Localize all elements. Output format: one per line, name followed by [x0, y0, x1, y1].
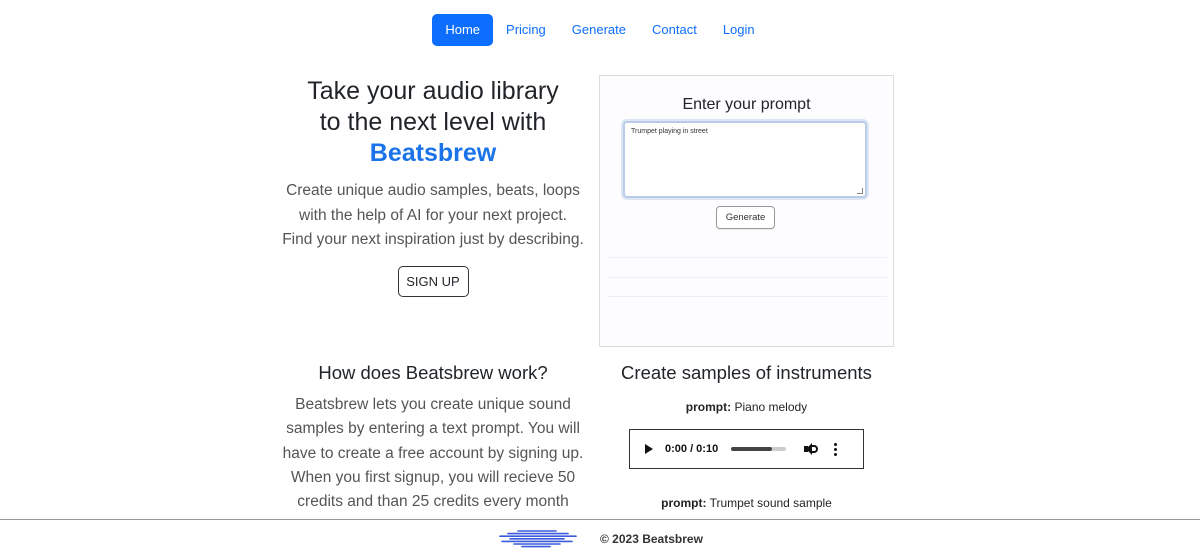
sample-prompt-label: prompt: [661, 496, 707, 510]
divider [608, 296, 887, 297]
hero-subtitle: Create unique audio samples, beats, loop… [282, 182, 584, 248]
hero-title-line1: Take your audio library [307, 77, 559, 105]
divider [608, 257, 887, 258]
volume-icon[interactable] [804, 443, 819, 455]
more-options-icon[interactable] [834, 442, 838, 456]
sample-prompt-text: Piano melody [734, 400, 808, 414]
beatsbrew-wave-logo-icon [499, 530, 577, 548]
sample-prompt-label: prompt: [685, 400, 732, 414]
footer-copyright: © 2023 Beatsbrew [600, 532, 703, 546]
generate-button[interactable]: Generate [716, 206, 775, 229]
how-it-works-title: How does Beatsbrew work? [318, 362, 548, 383]
hero-section: Take your audio library to the next leve… [282, 76, 584, 297]
hero-title: Take your audio library to the next leve… [282, 76, 584, 169]
audio-player: 0:00 / 0:10 [629, 429, 864, 469]
samples-title: Create samples of instruments [621, 362, 872, 383]
hero-brand-name: Beatsbrew [369, 139, 497, 167]
prompt-card: Enter your prompt Trumpet playing in str… [599, 75, 894, 347]
how-it-works-section: How does Beatsbrew work? Beatsbrew lets … [282, 362, 584, 514]
sample-prompt-text: Trumpet sound sample [709, 496, 832, 510]
play-icon[interactable] [645, 444, 653, 454]
how-it-works-text: Beatsbrew lets you create unique sound s… [282, 396, 584, 511]
divider [608, 277, 887, 278]
nav-item-home[interactable]: Home [432, 14, 494, 46]
nav-item-pricing[interactable]: Pricing [493, 14, 559, 46]
sample-prompt: prompt: Trumpet sound sample [599, 496, 894, 510]
resize-grip-icon[interactable] [857, 188, 863, 194]
signup-button[interactable]: SIGN UP [397, 265, 469, 297]
nav-item-login[interactable]: Login [710, 14, 768, 46]
nav-item-generate[interactable]: Generate [559, 14, 639, 46]
nav-item-contact[interactable]: Contact [639, 14, 710, 46]
audio-time: 0:00 / 0:10 [665, 443, 719, 455]
footer: © 2023 Beatsbrew [0, 519, 1200, 554]
audio-progress-fill [731, 447, 773, 451]
sample-prompt: prompt: Piano melody [599, 400, 894, 414]
hero-title-line2: to the next level with [319, 108, 547, 136]
prompt-title: Enter your prompt [682, 96, 811, 113]
prompt-textarea-value: Trumpet playing in street [631, 128, 708, 135]
top-nav: Home Pricing Generate Contact Login [0, 14, 1200, 46]
audio-progress-slider[interactable] [731, 447, 787, 451]
samples-section: Create samples of instruments prompt: Pi… [599, 362, 894, 510]
prompt-textarea[interactable]: Trumpet playing in street [623, 121, 867, 198]
